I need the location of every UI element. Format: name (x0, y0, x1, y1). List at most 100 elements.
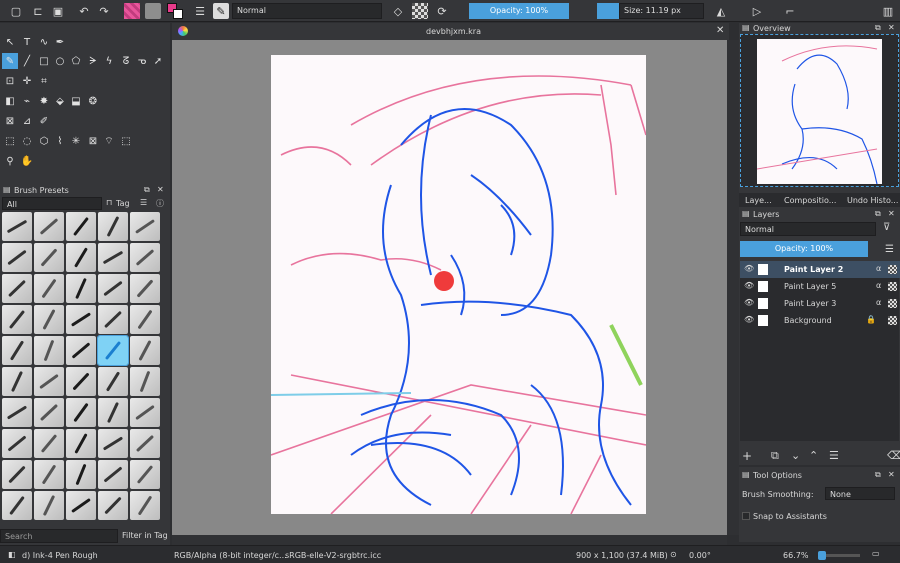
brush-preset-thumbnail[interactable] (130, 491, 160, 520)
brush-preset-thumbnail[interactable] (98, 429, 128, 458)
save-icon[interactable]: ▣ (50, 3, 66, 19)
bezier-select-icon[interactable]: ⌔ (101, 133, 117, 149)
brush-preset-thumbnail[interactable] (34, 429, 64, 458)
polyline-tool-icon[interactable]: ᗒ (85, 53, 101, 69)
calligraphy-icon[interactable]: ✒ (52, 34, 68, 50)
menu-icon[interactable]: ☰ (140, 198, 147, 207)
visibility-icon[interactable]: 👁 (744, 315, 754, 324)
tab-undo-history[interactable]: Undo Histo... (847, 196, 898, 205)
float-layers-icon[interactable]: ⧉ (875, 209, 881, 219)
freehand-select-icon[interactable]: ⌇ (52, 133, 68, 149)
alpha-lock-icon[interactable]: α (876, 298, 881, 307)
layer-row[interactable]: 👁 Background 🔒 (740, 312, 900, 329)
text-tool-icon[interactable]: T (19, 34, 35, 50)
move-layer-down-icon[interactable]: ⌄ (791, 449, 800, 462)
reference-tool-icon[interactable]: ✐ (36, 113, 52, 129)
brush-preset-thumbnail[interactable] (66, 491, 96, 520)
brush-preset-thumbnail[interactable] (98, 305, 128, 334)
inherit-alpha-icon[interactable] (888, 316, 897, 325)
multibrush-icon[interactable]: ➚ (150, 53, 166, 69)
brush-preset-thumbnail[interactable] (2, 305, 32, 334)
move-layer-up-icon[interactable]: ⌃ (809, 449, 818, 462)
brush-preset-thumbnail[interactable] (130, 460, 160, 489)
bezier-tool-icon[interactable]: ϟ (101, 53, 117, 69)
alpha-lock-icon[interactable]: α (876, 281, 881, 290)
brush-preset-thumbnail[interactable] (130, 336, 160, 365)
brush-preset-thumbnail[interactable] (98, 274, 128, 303)
brush-preset-thumbnail[interactable] (66, 212, 96, 241)
new-document-icon[interactable]: ▢ (8, 3, 24, 19)
delete-layer-icon[interactable]: ⌫ (887, 449, 900, 462)
brush-preset-thumbnail[interactable] (130, 398, 160, 427)
opacity-slider[interactable]: Opacity: 100% (469, 3, 569, 19)
smart-patch-icon[interactable]: ✸ (36, 93, 52, 109)
add-layer-icon[interactable]: + (742, 449, 752, 463)
info-icon[interactable]: ⓘ (156, 198, 164, 209)
fullscreen-icon[interactable]: ▭ (872, 549, 880, 558)
brush-preset-thumbnail[interactable] (2, 460, 32, 489)
brush-preset-thumbnail[interactable] (98, 491, 128, 520)
mirror-vertical-icon[interactable]: ▷ (749, 3, 765, 19)
pattern-swatch-icon[interactable] (145, 3, 161, 19)
fill-similar-icon[interactable]: ⬓ (68, 93, 84, 109)
measure-tool-icon[interactable]: ⊿ (19, 113, 35, 129)
tag-filter-select[interactable]: All (2, 197, 102, 210)
horizontal-scrollbar[interactable] (172, 535, 727, 545)
layer-row[interactable]: 👁 Paint Layer 5 α (740, 278, 900, 295)
layer-blend-select[interactable]: Normal (740, 222, 876, 236)
brush-preset-thumbnail[interactable] (130, 274, 160, 303)
zoom-slider[interactable] (818, 551, 860, 560)
brush-preset-thumbnail[interactable] (2, 212, 32, 241)
gradient-swatch-icon[interactable] (124, 3, 140, 19)
pan-tool-icon[interactable]: ✋ (19, 153, 35, 169)
artwork-canvas[interactable] (271, 55, 646, 514)
brush-preset-thumbnail[interactable] (34, 243, 64, 272)
dynamic-brush-icon[interactable]: ᓀ (134, 53, 150, 69)
mirror-horizontal-icon[interactable]: ◭ (713, 3, 729, 19)
open-folder-icon[interactable]: ⊏ (30, 3, 46, 19)
ellipse-select-icon[interactable]: ◌ (19, 133, 35, 149)
tab-compositions[interactable]: Compositio... (784, 196, 836, 205)
close-panel-icon[interactable]: ✕ (157, 185, 164, 194)
brush-preset-thumbnail[interactable] (66, 429, 96, 458)
zoom-value[interactable]: 66.7% (783, 551, 808, 560)
brush-preset-thumbnail[interactable] (66, 243, 96, 272)
brush-preset-thumbnail[interactable] (98, 460, 128, 489)
duplicate-layer-icon[interactable]: ⧉ (771, 449, 779, 463)
brush-preset-thumbnail[interactable] (34, 398, 64, 427)
layer-row[interactable]: 👁 Paint Layer 3 α (740, 295, 900, 312)
brush-preset-thumbnail[interactable] (34, 212, 64, 241)
brush-preset-thumbnail[interactable] (66, 367, 96, 396)
close-tool-options-icon[interactable]: ✕ (888, 470, 895, 479)
layer-opacity-slider[interactable]: Opacity: 100% (740, 241, 868, 257)
brush-preset-thumbnail[interactable] (2, 367, 32, 396)
tag-button[interactable]: Tag (116, 199, 130, 208)
inherit-alpha-icon[interactable] (888, 282, 897, 291)
color-picker-icon[interactable]: ⌁ (19, 93, 35, 109)
wrap-around-icon[interactable]: ⌐ (782, 3, 798, 19)
brush-preset-thumbnail[interactable] (98, 367, 128, 396)
polygon-select-icon[interactable]: ⬡ (36, 133, 52, 149)
canvas-viewport[interactable] (172, 40, 727, 535)
close-document-icon[interactable]: ✕ (716, 25, 724, 36)
freehand-brush-icon[interactable]: ✎ (2, 53, 18, 69)
filter-in-tag-checkbox[interactable]: Filter in Tag (122, 531, 168, 540)
brush-preset-thumbnail[interactable] (130, 212, 160, 241)
contiguous-select-icon[interactable]: ✳ (68, 133, 84, 149)
rectangle-tool-icon[interactable]: □ (36, 53, 52, 69)
assistant-tool-icon[interactable]: ⊠ (2, 113, 18, 129)
reload-preset-icon[interactable]: ⟳ (434, 3, 450, 19)
brush-preset-thumbnail[interactable] (34, 460, 64, 489)
select-tool-icon[interactable]: ↖ (2, 34, 18, 50)
float-overview-icon[interactable]: ⧉ (875, 23, 881, 33)
tab-layers[interactable]: Laye... (745, 196, 772, 205)
fill-tool-icon[interactable]: ⬙ (52, 93, 68, 109)
brush-preset-thumbnail[interactable] (66, 305, 96, 334)
rect-select-icon[interactable]: ⬚ (2, 133, 18, 149)
brush-preset-thumbnail[interactable] (98, 212, 128, 241)
brush-preset-thumbnail[interactable] (130, 243, 160, 272)
close-layers-icon[interactable]: ✕ (888, 209, 895, 218)
brush-preset-thumbnail[interactable] (2, 398, 32, 427)
blend-mode-select[interactable]: Normal (232, 3, 382, 19)
alpha-lock-icon[interactable]: α (876, 264, 881, 273)
